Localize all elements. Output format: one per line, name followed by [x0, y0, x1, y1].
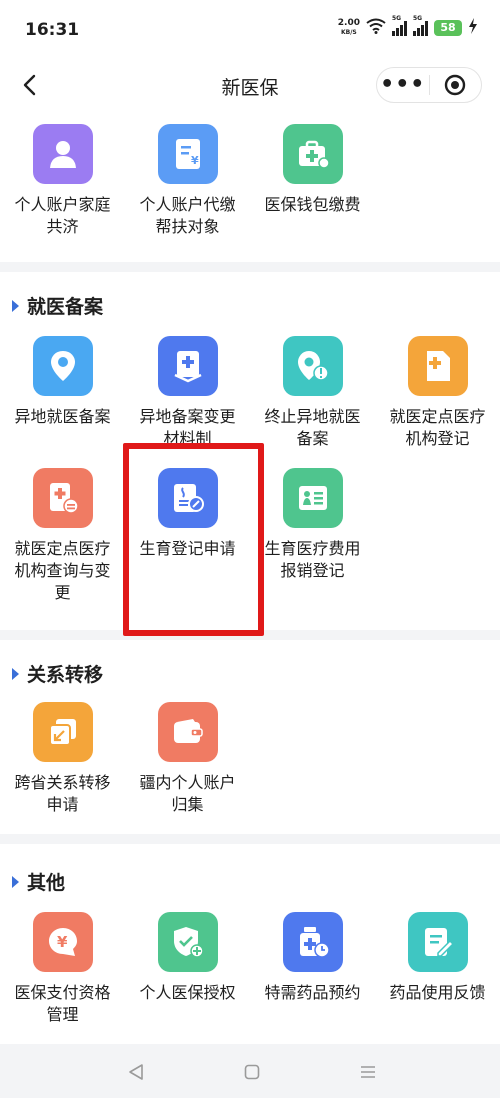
grid-item-cross-province-transfer[interactable]: 跨省关系转移 申请 — [0, 702, 125, 816]
feedback-edit-icon — [407, 912, 468, 972]
wallet-icon — [157, 702, 218, 762]
nav-bar: 新医保 ••• — [0, 58, 500, 114]
location-pin-icon — [32, 336, 93, 396]
yuan-bubble-icon: ¥ — [32, 912, 93, 972]
system-navigation-bar — [0, 1046, 500, 1098]
section-card: 其他 ¥ 医保支付资格 管理 个人医保授权 特需药品预约 药品使用反馈 — [0, 844, 500, 1044]
section-card: 关系转移 跨省关系转移 申请 疆内个人账户 归集 — [0, 640, 500, 834]
location-stop-icon — [282, 336, 343, 396]
grid-item-wallet-payment[interactable]: 医保钱包缴费 — [250, 124, 375, 216]
charging-icon — [468, 18, 478, 38]
net-speed: 2.00 KB/S — [338, 19, 360, 37]
svg-text:¥: ¥ — [191, 154, 199, 167]
svg-text:¥: ¥ — [57, 933, 68, 951]
grid-item-label: 个人医保授权 — [139, 983, 236, 1002]
family-user-icon — [32, 124, 93, 184]
net-speed-value: 2.00 — [337, 18, 360, 28]
grid-item-label: 个人账户代缴 帮扶对象 — [139, 195, 236, 236]
invoice-yuan-icon: ¥ — [157, 124, 218, 184]
grid-item-proxy-payment[interactable]: ¥ 个人账户代缴 帮扶对象 — [125, 124, 250, 238]
grid-item-personal-authorization[interactable]: 个人医保授权 — [125, 912, 250, 1004]
grid-item-record-change[interactable]: 异地备案变更 材料制 — [125, 336, 250, 450]
grid-item-label: 医保支付资格 管理 — [14, 983, 111, 1024]
grid-item-medicine-feedback[interactable]: 药品使用反馈 — [375, 912, 500, 1004]
section-arrow-icon — [12, 875, 19, 888]
grid-item-label: 个人账户家庭 共济 — [14, 195, 111, 236]
signal-icon: 5G — [413, 15, 428, 36]
grid-item-account-collection[interactable]: 疆内个人账户 归集 — [125, 702, 250, 816]
menu-lines-icon — [361, 1066, 375, 1078]
signal-tag: 5G — [392, 15, 402, 22]
system-back-button[interactable] — [124, 1060, 148, 1084]
battery-icon: 58 — [434, 20, 462, 36]
section-arrow-icon — [12, 667, 19, 680]
grid-item-payment-eligibility[interactable]: ¥ 医保支付资格 管理 — [0, 912, 125, 1026]
signal-icon: 5G — [392, 15, 407, 36]
grid-item-label: 就医定点医疗 机构登记 — [389, 407, 486, 448]
section-title-text: 其他 — [27, 872, 66, 894]
section-title-text: 关系转移 — [27, 664, 104, 686]
section-title: 关系转移 — [12, 660, 103, 687]
section-title: 其他 — [12, 868, 65, 895]
mini-program-capsule: ••• — [376, 67, 482, 103]
net-speed-unit: KB/S — [341, 29, 357, 36]
wifi-icon — [366, 18, 386, 38]
section-card: 个人账户家庭 共济 ¥ 个人账户代缴 帮扶对象 医保钱包缴费 — [0, 114, 500, 262]
status-icons: 2.00 KB/S 5G 5G 58 — [338, 15, 478, 38]
target-icon — [445, 74, 466, 96]
grid-item-label: 特需药品预约 — [264, 983, 361, 1002]
grid-item-label: 医保钱包缴费 — [264, 195, 361, 214]
section-arrow-icon — [12, 299, 19, 312]
grid-item-designated-query[interactable]: 就医定点医疗 机构查询与变 更 — [0, 468, 125, 604]
signal-tag: 5G — [413, 15, 423, 22]
grid-item-label: 疆内个人账户 归集 — [139, 773, 236, 814]
grid-item-birth-expense[interactable]: 生育医疗费用 报销登记 — [250, 468, 375, 582]
grid-item-label: 异地就医备案 — [14, 407, 111, 426]
home-square-icon — [244, 1064, 260, 1080]
hospital-query-icon — [32, 468, 93, 528]
close-button[interactable] — [429, 74, 481, 96]
grid-item-special-medicine[interactable]: 特需药品预约 — [250, 912, 375, 1004]
grid-item-family-share[interactable]: 个人账户家庭 共济 — [0, 124, 125, 238]
medical-doc-icon — [157, 336, 218, 396]
back-triangle-icon — [129, 1064, 143, 1080]
shield-check-icon — [157, 912, 218, 972]
medicine-clock-icon — [282, 912, 343, 972]
grid-item-stop-offsite[interactable]: 终止异地就医 备案 — [250, 336, 375, 450]
medical-wallet-icon — [282, 124, 343, 184]
grid-item-label: 跨省关系转移 申请 — [14, 773, 111, 814]
grid-item-label: 终止异地就医 备案 — [264, 407, 361, 448]
status-time: 16:31 — [25, 20, 80, 40]
birth-expense-icon — [282, 468, 343, 528]
grid-item-designated-register[interactable]: 就医定点医疗 机构登记 — [375, 336, 500, 450]
system-menu-button[interactable] — [356, 1060, 380, 1084]
highlight-box — [123, 443, 264, 636]
section-title-text: 就医备案 — [27, 296, 104, 318]
transfer-icon — [32, 702, 93, 762]
grid-item-offsite-record[interactable]: 异地就医备案 — [0, 336, 125, 428]
status-bar: 16:31 2.00 KB/S 5G 5G 58 — [0, 0, 500, 58]
section-title: 就医备案 — [12, 292, 103, 319]
system-home-button[interactable] — [240, 1060, 264, 1084]
grid-item-label: 就医定点医疗 机构查询与变 更 — [14, 539, 111, 602]
more-button[interactable]: ••• — [377, 74, 429, 96]
grid-item-label: 药品使用反馈 — [389, 983, 486, 1002]
grid-item-label: 生育医疗费用 报销登记 — [264, 539, 361, 580]
hospital-file-icon — [407, 336, 468, 396]
